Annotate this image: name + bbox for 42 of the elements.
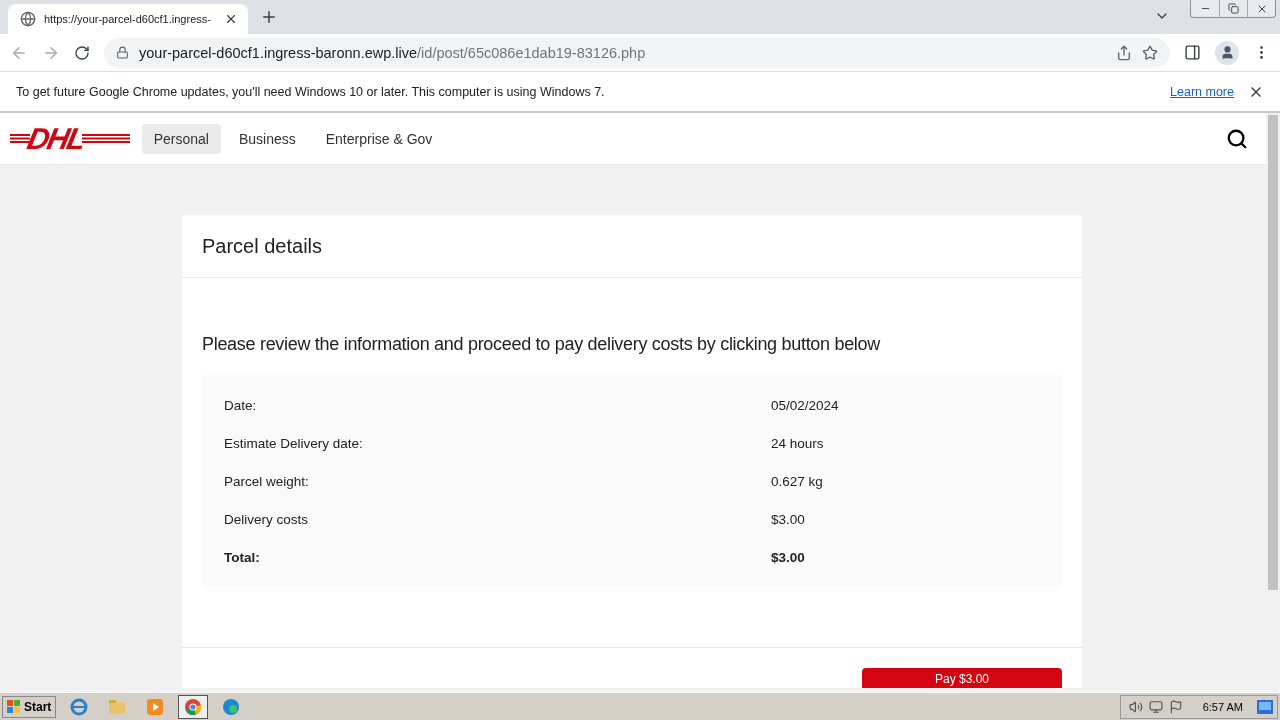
field-label: Total: [224, 549, 261, 565]
address-bar[interactable]: your-parcel-d60cf1.ingress-baronn.ewp.live/id/post/65c086e1dab19-83126.php [104, 37, 1170, 68]
nav-item[interactable]: Business [226, 123, 308, 154]
flag-icon[interactable] [1168, 699, 1183, 714]
field-value: 05/02/2024 [771, 397, 840, 413]
speaker-icon[interactable] [1128, 699, 1143, 714]
new-tab-icon[interactable] [260, 8, 278, 26]
chrome-icon[interactable] [178, 694, 209, 719]
browser-tab[interactable]: https://your-parcel-d60cf1.ingress- [8, 4, 248, 34]
card-title: Parcel details [202, 234, 323, 258]
nav-item[interactable]: Personal [141, 123, 221, 154]
clock: 6:57 AM [1202, 700, 1243, 713]
field-value: 0.627 kg [771, 473, 824, 489]
side-panel-icon[interactable] [1184, 44, 1201, 61]
reload-icon[interactable] [74, 44, 90, 61]
close-icon[interactable] [224, 12, 238, 26]
lock-icon [116, 46, 129, 59]
field-value: $3.00 [771, 549, 806, 565]
star-icon[interactable] [1142, 44, 1158, 61]
start-button[interactable]: Start [2, 695, 57, 718]
url-text: your-parcel-d60cf1.ingress-baronn.ewp.live/id/post/65c086e1dab19-83126.php [139, 44, 647, 61]
tab-title: https://your-parcel-d60cf1.ingress- [44, 13, 211, 25]
update-message: To get future Google Chrome updates, you'll need Windows 10 or later. This computer is using Windows 7. [16, 84, 606, 99]
field-label: Parcel weight: [224, 473, 310, 489]
field-label: Date: [224, 397, 258, 413]
field-label: Delivery costs [224, 511, 310, 527]
nav-item[interactable]: Enterprise & Gov [313, 123, 445, 154]
field-value: 24 hours [771, 435, 825, 451]
search-icon[interactable] [1226, 127, 1248, 150]
pay-button[interactable]: Pay $3.00 [862, 668, 1062, 688]
share-icon[interactable] [1116, 44, 1132, 61]
field-label: Estimate Delivery date: [224, 435, 364, 451]
windows-logo-icon [7, 700, 21, 713]
profile-icon[interactable] [1215, 40, 1239, 65]
logo: DHL [24, 123, 87, 154]
field-value: $3.00 [771, 511, 806, 527]
instruction-text: Please review the information and proceed to pay delivery costs by clicking button below [202, 334, 882, 355]
desktop-icon[interactable] [1257, 699, 1273, 714]
scrollbar[interactable] [1266, 113, 1280, 692]
globe-icon [20, 11, 36, 27]
stripes-icon [81, 134, 130, 143]
learn-more-link[interactable]: Learn more [1170, 84, 1234, 99]
